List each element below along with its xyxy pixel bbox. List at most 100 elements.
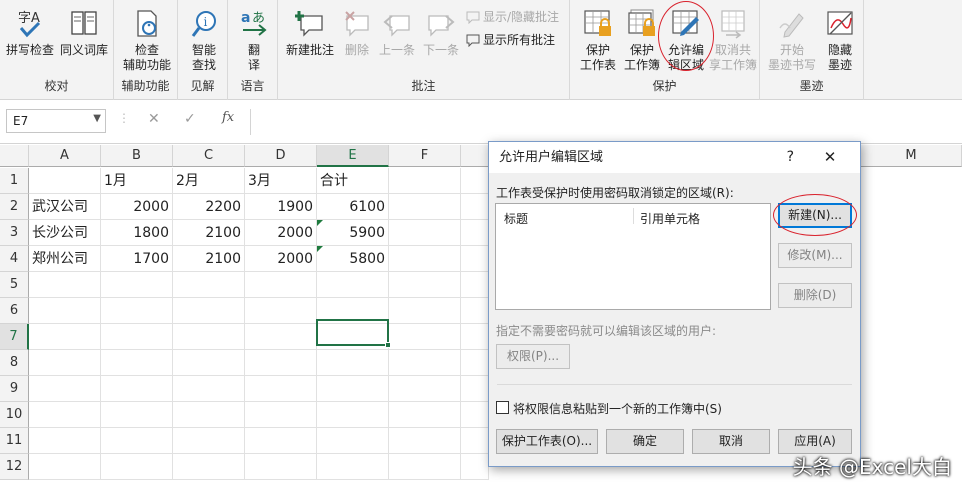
cell-f5[interactable] (389, 272, 461, 298)
cell-a3[interactable]: 长沙公司 (29, 220, 101, 246)
cell-f6[interactable] (389, 298, 461, 324)
cell-b10[interactable] (101, 402, 173, 428)
cell-b7[interactable] (101, 324, 173, 350)
show-hide-comment-button[interactable]: 显示/隐藏批注 (466, 9, 559, 25)
cell-f10[interactable] (389, 402, 461, 428)
cell-g4[interactable] (461, 246, 489, 272)
protect-sheet-button[interactable]: 保护 工作表 (576, 8, 620, 73)
close-icon[interactable]: ✕ (810, 142, 850, 173)
new-comment-button[interactable]: 新建批注 (282, 8, 338, 58)
row-header-10[interactable]: 10 (0, 402, 29, 428)
cell-g6[interactable] (461, 298, 489, 324)
row-header-2[interactable]: 2 (0, 194, 29, 220)
check-accessibility-button[interactable]: 检查 辅助功能 (118, 8, 176, 73)
column-header-c[interactable]: C (173, 145, 245, 167)
hide-ink-button[interactable]: 隐藏 墨迹 (820, 8, 860, 73)
column-header-f[interactable]: F (389, 145, 461, 167)
cell-a9[interactable] (29, 376, 101, 402)
cell-c6[interactable] (173, 298, 245, 324)
formula-input[interactable] (250, 109, 962, 135)
cell-g1[interactable] (461, 168, 489, 194)
cell-g3[interactable] (461, 220, 489, 246)
cell-d3[interactable]: 2000 (245, 220, 317, 246)
cell-b4[interactable]: 1700 (101, 246, 173, 272)
cell-a6[interactable] (29, 298, 101, 324)
row-header-8[interactable]: 8 (0, 350, 29, 376)
cell-d5[interactable] (245, 272, 317, 298)
cell-a10[interactable] (29, 402, 101, 428)
cell-f11[interactable] (389, 428, 461, 454)
cell-g5[interactable] (461, 272, 489, 298)
cell-d8[interactable] (245, 350, 317, 376)
cell-f8[interactable] (389, 350, 461, 376)
confirm-entry-icon[interactable]: ✓ (184, 111, 196, 127)
row-header-11[interactable]: 11 (0, 428, 29, 454)
row-header-5[interactable]: 5 (0, 272, 29, 298)
ok-button[interactable]: 确定 (606, 429, 684, 454)
next-comment-button[interactable]: 下一条 (420, 8, 462, 58)
fill-handle[interactable] (385, 342, 391, 348)
cell-b2[interactable]: 2000 (101, 194, 173, 220)
row-header-3[interactable]: 3 (0, 220, 29, 246)
cell-c11[interactable] (173, 428, 245, 454)
column-header-a[interactable]: A (29, 145, 101, 167)
cell-c10[interactable] (173, 402, 245, 428)
column-header-m[interactable]: M (861, 145, 962, 167)
paste-permissions-checkbox[interactable] (496, 401, 509, 414)
row-header-6[interactable]: 6 (0, 298, 29, 324)
cell-b8[interactable] (101, 350, 173, 376)
translate-button[interactable]: a あ 翻 译 (234, 8, 274, 73)
cell-c5[interactable] (173, 272, 245, 298)
column-header-d[interactable]: D (245, 145, 317, 167)
spelling-button[interactable]: 字A 拼写检查 (4, 8, 56, 58)
row-header-12[interactable]: 12 (0, 454, 29, 480)
unshare-workbook-button[interactable]: 取消共 享工作簿 (708, 8, 758, 73)
paste-permissions-label[interactable]: 将权限信息粘贴到一个新的工作簿中(S) (513, 400, 722, 417)
row-header-1[interactable]: 1 (0, 168, 29, 194)
cell-g7[interactable] (461, 324, 489, 350)
cell-b6[interactable] (101, 298, 173, 324)
cell-b3[interactable]: 1800 (101, 220, 173, 246)
cell-g11[interactable] (461, 428, 489, 454)
cell-g2[interactable] (461, 194, 489, 220)
cell-a2[interactable]: 武汉公司 (29, 194, 101, 220)
cell-e11[interactable] (317, 428, 389, 454)
previous-comment-button[interactable]: 上一条 (376, 8, 418, 58)
cell-a8[interactable] (29, 350, 101, 376)
modify-range-button[interactable]: 修改(M)... (778, 243, 852, 268)
cell-f4[interactable] (389, 246, 461, 272)
column-title-header[interactable]: 标题 (504, 210, 528, 227)
select-all-corner[interactable] (0, 145, 29, 167)
cell-c12[interactable] (173, 454, 245, 480)
row-header-7[interactable]: 7 (0, 324, 29, 350)
insert-function-icon[interactable]: fx (222, 110, 234, 125)
cell-a4[interactable]: 郑州公司 (29, 246, 101, 272)
cell-b5[interactable] (101, 272, 173, 298)
cell-d10[interactable] (245, 402, 317, 428)
help-icon[interactable]: ? (787, 142, 794, 173)
cell-e9[interactable] (317, 376, 389, 402)
cell-e3[interactable]: 5900 (317, 220, 389, 246)
cell-f7[interactable] (389, 324, 461, 350)
cell-c9[interactable] (173, 376, 245, 402)
cell-e5[interactable] (317, 272, 389, 298)
start-inking-button[interactable]: 开始 墨迹书写 (764, 8, 820, 73)
cell-g9[interactable] (461, 376, 489, 402)
cell-c1[interactable]: 2月 (173, 168, 245, 194)
column-header-e[interactable]: E (317, 145, 389, 167)
name-box-dropdown-icon[interactable]: ▼ (93, 113, 101, 124)
cell-c4[interactable]: 2100 (173, 246, 245, 272)
dialog-title-bar[interactable]: 允许用户编辑区域 ? ✕ (489, 142, 860, 173)
delete-comment-button[interactable]: 删除 (340, 8, 374, 58)
cell-c8[interactable] (173, 350, 245, 376)
cell-e2[interactable]: 6100 (317, 194, 389, 220)
active-cell-e7[interactable] (316, 319, 391, 348)
cell-b11[interactable] (101, 428, 173, 454)
cell-g12[interactable] (461, 454, 489, 480)
cell-e1[interactable]: 合计 (317, 168, 389, 194)
cell-a7[interactable] (29, 324, 101, 350)
smart-lookup-button[interactable]: i 智能 查找 (182, 8, 226, 73)
cell-d9[interactable] (245, 376, 317, 402)
cell-c7[interactable] (173, 324, 245, 350)
cell-e10[interactable] (317, 402, 389, 428)
